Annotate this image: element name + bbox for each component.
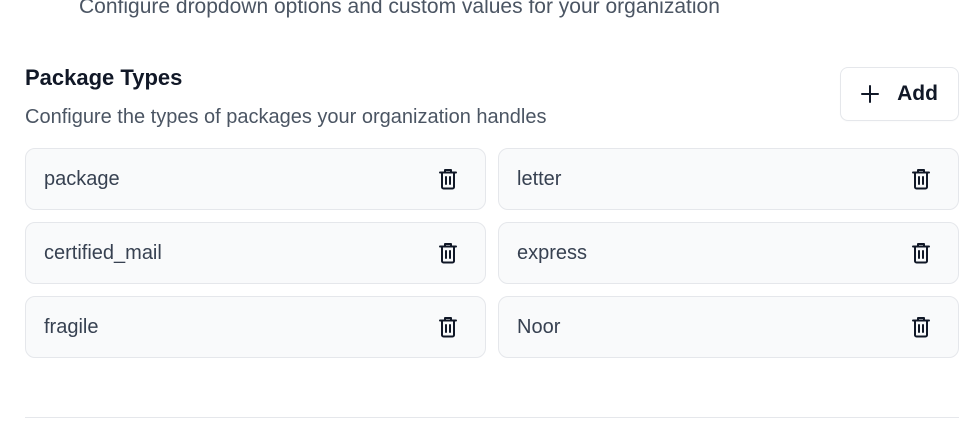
delete-button[interactable] (910, 241, 932, 265)
trash-icon (439, 243, 457, 264)
delete-button[interactable] (437, 315, 459, 339)
add-button[interactable]: Add (840, 67, 959, 121)
list-item: package (25, 148, 486, 210)
delete-button[interactable] (910, 315, 932, 339)
list-item: letter (498, 148, 959, 210)
item-label: package (44, 167, 120, 190)
trash-icon (912, 169, 930, 190)
delete-button[interactable] (437, 167, 459, 191)
item-label: fragile (44, 315, 99, 338)
settings-page: Configure dropdown options and custom va… (0, 0, 968, 429)
list-item: certified_mail (25, 222, 486, 284)
delete-button[interactable] (910, 167, 932, 191)
add-button-label: Add (897, 82, 938, 105)
trash-icon (912, 317, 930, 338)
trash-icon (439, 169, 457, 190)
item-label: certified_mail (44, 241, 162, 264)
trash-icon (912, 243, 930, 264)
plus-icon (861, 85, 880, 103)
delete-button[interactable] (437, 241, 459, 265)
list-item: Noor (498, 296, 959, 358)
page-subtitle: Configure dropdown options and custom va… (79, 0, 720, 18)
section-divider (25, 417, 959, 418)
trash-icon (439, 317, 457, 338)
list-item: express (498, 222, 959, 284)
list-item: fragile (25, 296, 486, 358)
package-type-list: package letter certified_mail express fr… (25, 148, 959, 358)
item-label: letter (517, 167, 562, 190)
section-description: Configure the types of packages your org… (25, 106, 547, 128)
item-label: Noor (517, 315, 561, 338)
item-label: express (517, 241, 588, 264)
section-title: Package Types (25, 65, 183, 90)
